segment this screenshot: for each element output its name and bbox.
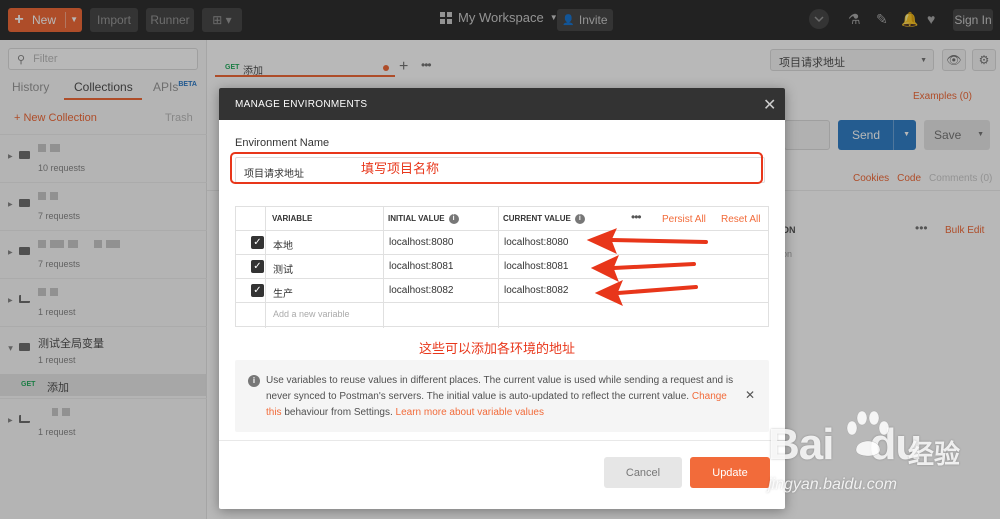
initial-value[interactable]: localhost:8082: [389, 285, 454, 296]
row-checkbox[interactable]: ✓: [251, 284, 264, 297]
divider: [236, 254, 768, 255]
cancel-button[interactable]: Cancel: [604, 457, 682, 488]
watermark-chinese: 经验: [908, 439, 961, 469]
info-icon[interactable]: i: [448, 213, 459, 224]
row-checkbox[interactable]: ✓: [251, 260, 264, 273]
column-header-initial-label: INITIAL VALUE: [388, 214, 445, 223]
manage-environments-modal: MANAGE ENVIRONMENTS ✕ Environment Name 项…: [219, 88, 785, 509]
divider: [236, 302, 768, 303]
divider: [219, 440, 785, 441]
annotation-text: 填写项目名称: [361, 161, 440, 176]
more-icon[interactable]: •••: [631, 210, 642, 224]
watermark-url: jingyan.baidu.com: [768, 476, 897, 493]
divider: [265, 207, 266, 328]
divider: [236, 230, 768, 231]
row-checkbox[interactable]: ✓: [251, 236, 264, 249]
info-icon: i: [248, 375, 260, 387]
annotation-highlight-box: [230, 152, 763, 184]
info-text-part: Use variables to reuse values in differe…: [266, 375, 734, 402]
learn-more-link[interactable]: Learn more about variable values: [396, 407, 544, 418]
initial-value[interactable]: localhost:8080: [389, 237, 454, 248]
divider: [383, 207, 384, 328]
close-icon[interactable]: ✕: [745, 388, 755, 402]
add-variable-input[interactable]: Add a new variable: [273, 309, 350, 319]
info-text: Use variables to reuse values in differe…: [266, 373, 736, 421]
modal-title: MANAGE ENVIRONMENTS: [235, 99, 368, 110]
column-header-variable: VARIABLE: [272, 214, 313, 223]
reset-all-link[interactable]: Reset All: [721, 214, 760, 225]
current-value[interactable]: localhost:8080: [504, 237, 569, 248]
variable-name[interactable]: 生产: [273, 285, 293, 300]
column-header-current-label: CURRENT VALUE: [503, 214, 571, 223]
divider: [498, 207, 499, 328]
environment-name-label: Environment Name: [235, 137, 330, 149]
initial-value[interactable]: localhost:8081: [389, 261, 454, 272]
variable-name[interactable]: 测试: [273, 261, 293, 276]
column-header-current: CURRENT VALUE i: [503, 207, 585, 230]
column-header-initial: INITIAL VALUE i: [388, 207, 459, 230]
current-value[interactable]: localhost:8081: [504, 261, 569, 272]
persist-all-link[interactable]: Persist All: [662, 214, 706, 225]
annotation-text: 这些可以添加各环境的地址: [419, 341, 576, 356]
paw-icon: [846, 410, 890, 457]
close-icon[interactable]: ✕: [763, 95, 776, 115]
divider: [236, 278, 768, 279]
info-box: i Use variables to reuse values in diffe…: [235, 360, 769, 432]
update-button[interactable]: Update: [690, 457, 770, 488]
watermark-logo-part: Bai: [768, 420, 834, 469]
current-value[interactable]: localhost:8082: [504, 285, 569, 296]
variable-name[interactable]: 本地: [273, 237, 293, 252]
baidu-watermark: Bai du 经验 jingyan.baidu.com: [768, 410, 998, 510]
info-icon[interactable]: i: [574, 213, 585, 224]
modal-header: MANAGE ENVIRONMENTS ✕: [219, 88, 785, 120]
info-text-part: behaviour from Settings.: [281, 407, 396, 418]
variables-table: VARIABLE INITIAL VALUE i CURRENT VALUE i •…: [235, 206, 769, 328]
